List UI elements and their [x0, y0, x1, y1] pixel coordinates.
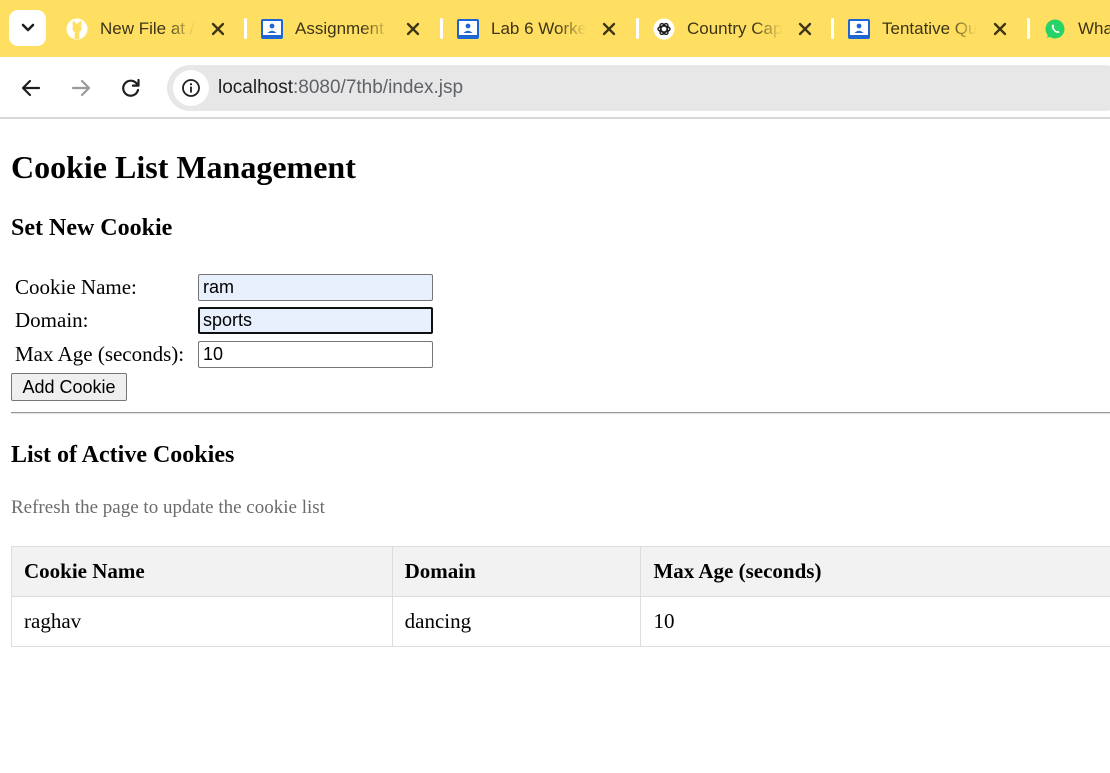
address-bar[interactable]: localhost:8080/7thb/index.jsp [167, 65, 1110, 111]
tab-divider [440, 18, 443, 39]
info-icon [182, 79, 200, 97]
forward-arrow-icon [71, 79, 91, 97]
tab-title: Lab 6 Worked [491, 19, 586, 38]
close-icon[interactable] [600, 20, 618, 38]
max-age-input[interactable]: 10 [198, 341, 433, 368]
chatgpt-icon [653, 18, 675, 40]
table-row: raghav dancing 10 [11, 596, 1110, 647]
url-host: localhost [218, 77, 293, 98]
browser-tab[interactable]: Country Capi [641, 14, 825, 44]
domain-label: Domain: [15, 308, 89, 332]
cookie-name-input[interactable]: ram [198, 274, 433, 301]
tab-title: New File at / [100, 19, 195, 38]
list-heading: List of Active Cookies [11, 442, 235, 468]
max-age-label: Max Age (seconds): [15, 342, 185, 366]
form-heading: Set New Cookie [11, 215, 173, 241]
cookie-name-label: Cookie Name: [15, 275, 137, 299]
close-icon[interactable] [404, 20, 422, 38]
tab-divider [831, 18, 834, 39]
browser-tab[interactable]: New File at / [54, 14, 238, 44]
tab-title: Country Capi [687, 19, 782, 38]
tab-divider [244, 18, 247, 39]
site-info-button[interactable] [173, 70, 209, 106]
tab-title: Assignment I [295, 19, 390, 38]
browser-tab[interactable]: Tentative Que [836, 14, 1020, 44]
classroom-icon [457, 19, 479, 39]
tab-title: Tentative Que [882, 19, 977, 38]
tab-search-button[interactable] [9, 10, 46, 46]
browser-tab[interactable]: Assignment I [249, 14, 433, 44]
tab-strip: New File at / Assignment I Lab 6 Worked [0, 0, 1110, 57]
classroom-icon [261, 19, 283, 39]
divider [11, 412, 1110, 414]
whatsapp-icon [1045, 19, 1065, 39]
domain-input[interactable]: sports [198, 307, 433, 334]
forward-button[interactable] [67, 74, 95, 102]
cookie-table: Cookie Name Domain Max Age (seconds) rag… [11, 546, 1110, 647]
page-title: Cookie List Management [11, 149, 356, 185]
back-arrow-icon [21, 79, 41, 97]
cell-domain: dancing [391, 596, 642, 647]
column-header-cookie-name: Cookie Name [11, 546, 393, 597]
refresh-hint: Refresh the page to update the cookie li… [11, 497, 325, 518]
column-header-domain: Domain [391, 546, 642, 597]
column-header-max-age: Max Age (seconds) [640, 546, 1110, 597]
reload-icon [122, 78, 140, 97]
cell-max-age: 10 [640, 596, 1110, 647]
close-icon[interactable] [209, 20, 227, 38]
browser-tab[interactable]: Lab 6 Worked [445, 14, 629, 44]
cell-cookie-name: raghav [11, 596, 393, 647]
tab-divider [1027, 18, 1030, 39]
url-path: :8080/7thb/index.jsp [293, 77, 464, 98]
github-icon [66, 18, 88, 40]
add-cookie-button[interactable]: Add Cookie [11, 373, 127, 401]
reload-button[interactable] [117, 74, 145, 102]
tab-title: Wha [1078, 19, 1110, 38]
browser-toolbar: localhost:8080/7thb/index.jsp [0, 57, 1110, 119]
browser-tab[interactable]: Wha [1032, 14, 1110, 44]
chevron-down-icon [21, 23, 34, 32]
back-button[interactable] [17, 74, 45, 102]
tab-divider [636, 18, 639, 39]
close-icon[interactable] [991, 20, 1009, 38]
classroom-icon [848, 19, 870, 39]
close-icon[interactable] [796, 20, 814, 38]
table-header-row: Cookie Name Domain Max Age (seconds) [11, 546, 1110, 597]
